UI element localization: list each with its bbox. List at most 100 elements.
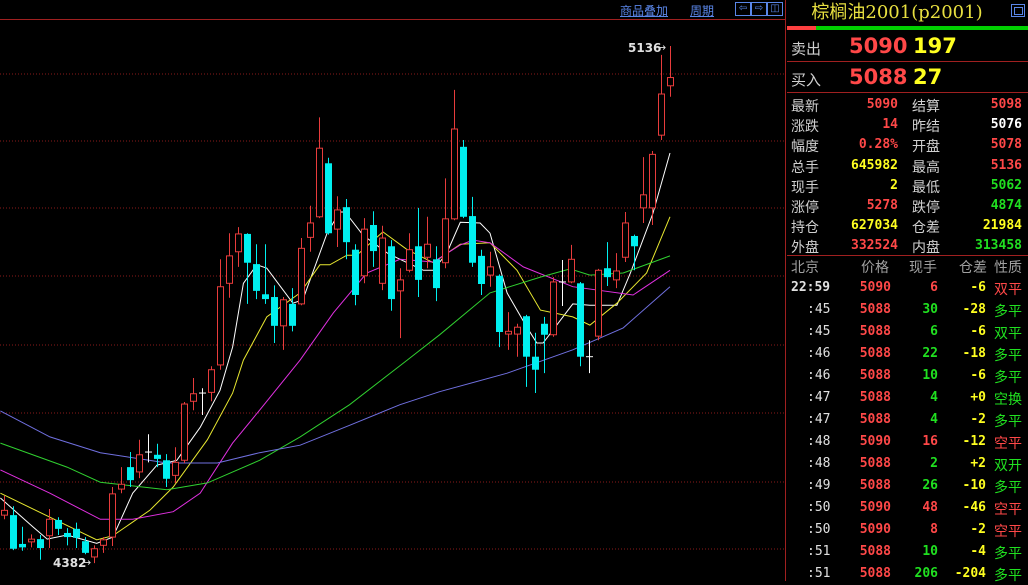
tick-time: 22:59 — [791, 280, 831, 295]
panel-toggle-icon[interactable]: ◫ — [767, 2, 783, 16]
quote-label: 开盘 — [912, 139, 940, 156]
candle-body — [487, 266, 494, 276]
tick-qty: 4 — [930, 412, 938, 427]
tick-row: :47 5088 4 -2 多平 — [787, 409, 1028, 431]
tick-time: :45 — [807, 324, 831, 339]
tick-time: :48 — [807, 434, 831, 449]
candle — [361, 218, 368, 284]
candle-body — [37, 539, 44, 549]
candle — [622, 211, 629, 263]
quote-value: 332524 — [851, 238, 898, 254]
tick-nature: 空换 — [994, 392, 1022, 408]
candle — [325, 157, 332, 235]
quote-value: 0.28% — [858, 137, 898, 153]
quote-label: 跌停 — [912, 200, 940, 216]
quote-label: 结算 — [912, 99, 940, 115]
candle — [577, 281, 584, 367]
quote-value: 5136 — [990, 157, 1022, 173]
tick-price: 5088 — [859, 544, 891, 559]
candle — [379, 225, 386, 291]
panel-divider[interactable] — [785, 0, 786, 581]
tick-diff: +0 — [970, 390, 986, 405]
tick-time: :46 — [807, 346, 831, 361]
candle-body — [100, 539, 107, 546]
candle — [397, 268, 404, 339]
candle — [559, 259, 566, 306]
candle — [64, 528, 71, 546]
tick-nature: 空平 — [994, 524, 1022, 540]
candle — [532, 332, 539, 394]
candle — [568, 244, 575, 284]
candle-body — [667, 77, 674, 87]
quote-label: 现手 — [791, 179, 819, 196]
arrow-right-icon[interactable]: ⇨ — [751, 2, 767, 16]
candle — [487, 251, 494, 287]
candle — [109, 487, 116, 546]
overlay-button[interactable]: 商品叠加 — [620, 2, 668, 19]
candle — [298, 238, 305, 306]
ticks-header-qty: 现手 — [909, 260, 937, 276]
quote-value: 313458 — [975, 238, 1022, 254]
quote-label: 涨停 — [791, 200, 819, 216]
restore-window-icon[interactable] — [1011, 4, 1025, 17]
quote-value: 5278 — [866, 198, 898, 213]
quote-label: 仓差 — [912, 220, 940, 237]
candle — [550, 277, 557, 337]
period-button[interactable]: 周期 — [690, 2, 714, 19]
candle-body — [217, 286, 224, 366]
candle-body — [613, 270, 620, 281]
quote-value: 5090 — [866, 97, 898, 112]
tick-diff: -12 — [962, 434, 986, 449]
tick-row: :48 5088 2 +2 双开 — [787, 453, 1028, 475]
ticks-header-nature: 性质 — [994, 260, 1022, 276]
tick-row: :47 5088 4 +0 空换 — [787, 387, 1028, 409]
candle-body — [514, 326, 521, 335]
candle-body — [334, 209, 341, 230]
candle-body — [406, 249, 413, 271]
candle-body — [1, 509, 8, 516]
candle-body — [541, 323, 548, 335]
tick-qty: 2 — [930, 456, 938, 471]
tick-time: :51 — [807, 544, 831, 559]
tick-qty: 206 — [914, 566, 938, 581]
candle — [595, 268, 602, 341]
tick-row: :50 5090 8 -2 空平 — [787, 519, 1028, 541]
candle — [10, 506, 17, 551]
candle — [100, 537, 107, 553]
bid-volume: 27 — [913, 65, 943, 89]
tick-diff: -6 — [970, 324, 986, 339]
candle-body — [505, 330, 512, 335]
candle-body — [424, 243, 431, 258]
arrow-left-icon[interactable]: ⇦ — [735, 2, 751, 16]
candle — [19, 526, 26, 551]
tick-diff: -18 — [962, 346, 986, 361]
tick-qty: 48 — [922, 500, 938, 515]
divider — [787, 255, 1028, 256]
candle-body — [10, 515, 17, 549]
tick-time: :47 — [807, 412, 831, 427]
tick-nature: 多平 — [994, 546, 1022, 562]
candle — [523, 314, 530, 387]
candle-body — [595, 269, 602, 337]
quote-value: 4874 — [990, 198, 1022, 213]
quote-label: 涨跌 — [791, 119, 819, 136]
bid-label: 买入 — [791, 71, 822, 89]
moving-average-line — [0, 286, 671, 464]
bid-price: 5088 — [849, 65, 908, 89]
moving-average-line — [0, 255, 671, 491]
tick-row: :51 5088 206 -204 多平 — [787, 563, 1028, 585]
candle-body — [496, 275, 503, 333]
kline-chart[interactable]: 5136 → 4382 → 商品叠加 周期 ⇦ ⇨ ◫ — [0, 0, 785, 581]
candle-body — [631, 235, 638, 247]
candle-body — [316, 147, 323, 218]
candle-body — [433, 259, 440, 289]
candle-body — [73, 528, 80, 538]
candle-body — [91, 548, 98, 558]
candle-body — [370, 225, 377, 252]
candle-body — [361, 228, 368, 277]
candle-body — [442, 218, 449, 264]
candle-body — [109, 493, 116, 538]
candlestick-chart-svg[interactable]: 5136 → 4382 → — [0, 0, 785, 581]
tick-row: :45 5088 6 -6 双平 — [787, 321, 1028, 343]
candle-body — [397, 279, 404, 292]
